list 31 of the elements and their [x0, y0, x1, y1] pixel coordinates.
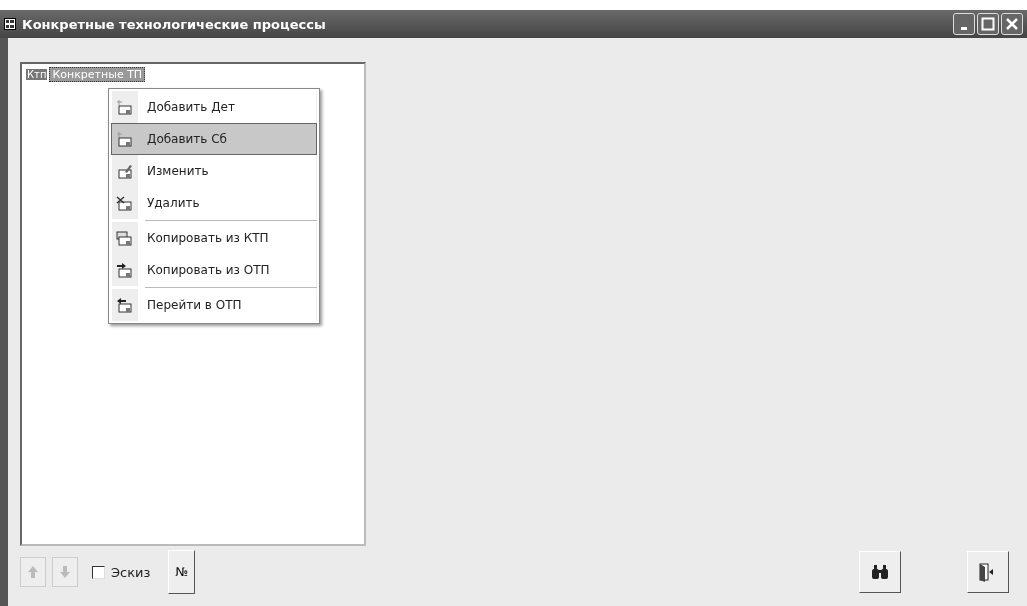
close-button[interactable]	[1001, 13, 1023, 35]
window-icon	[4, 18, 16, 30]
menu-item[interactable]: Копировать из ОТП	[111, 254, 317, 286]
document-import-icon	[116, 262, 133, 278]
menu-item[interactable]: Копировать из КТП	[111, 222, 317, 254]
up-arrow-icon	[27, 565, 39, 579]
menu-item[interactable]: Изменить	[111, 155, 317, 187]
document-goto-icon	[116, 297, 133, 313]
binoculars-icon	[871, 564, 889, 580]
number-button[interactable]: №	[168, 550, 195, 594]
menu-item[interactable]: Добавить Сб	[111, 123, 317, 155]
window-title: Конкретные технологические процессы	[22, 16, 326, 32]
node-type-label: Ктп	[26, 69, 48, 80]
close-icon	[1005, 17, 1019, 31]
document-add-icon	[116, 131, 133, 147]
checkbox-label: Эскиз	[111, 564, 151, 580]
minimize-button[interactable]	[953, 13, 975, 35]
search-button[interactable]	[859, 551, 901, 593]
menu-item[interactable]: Удалить	[111, 187, 317, 219]
maximize-button[interactable]	[977, 13, 999, 35]
exit-button[interactable]	[967, 551, 1009, 593]
checkbox[interactable]	[92, 565, 105, 579]
minimize-icon	[961, 26, 967, 30]
down-arrow-icon	[59, 565, 71, 579]
menu-item[interactable]: Перейти в ОТП	[111, 289, 317, 321]
document-add-icon	[116, 99, 133, 115]
maximize-icon	[981, 17, 995, 31]
document-edit-icon	[116, 163, 133, 179]
document-delete-icon	[116, 195, 133, 211]
document-copy-icon	[116, 230, 133, 246]
menu-item[interactable]: Добавить Дет	[111, 91, 317, 123]
